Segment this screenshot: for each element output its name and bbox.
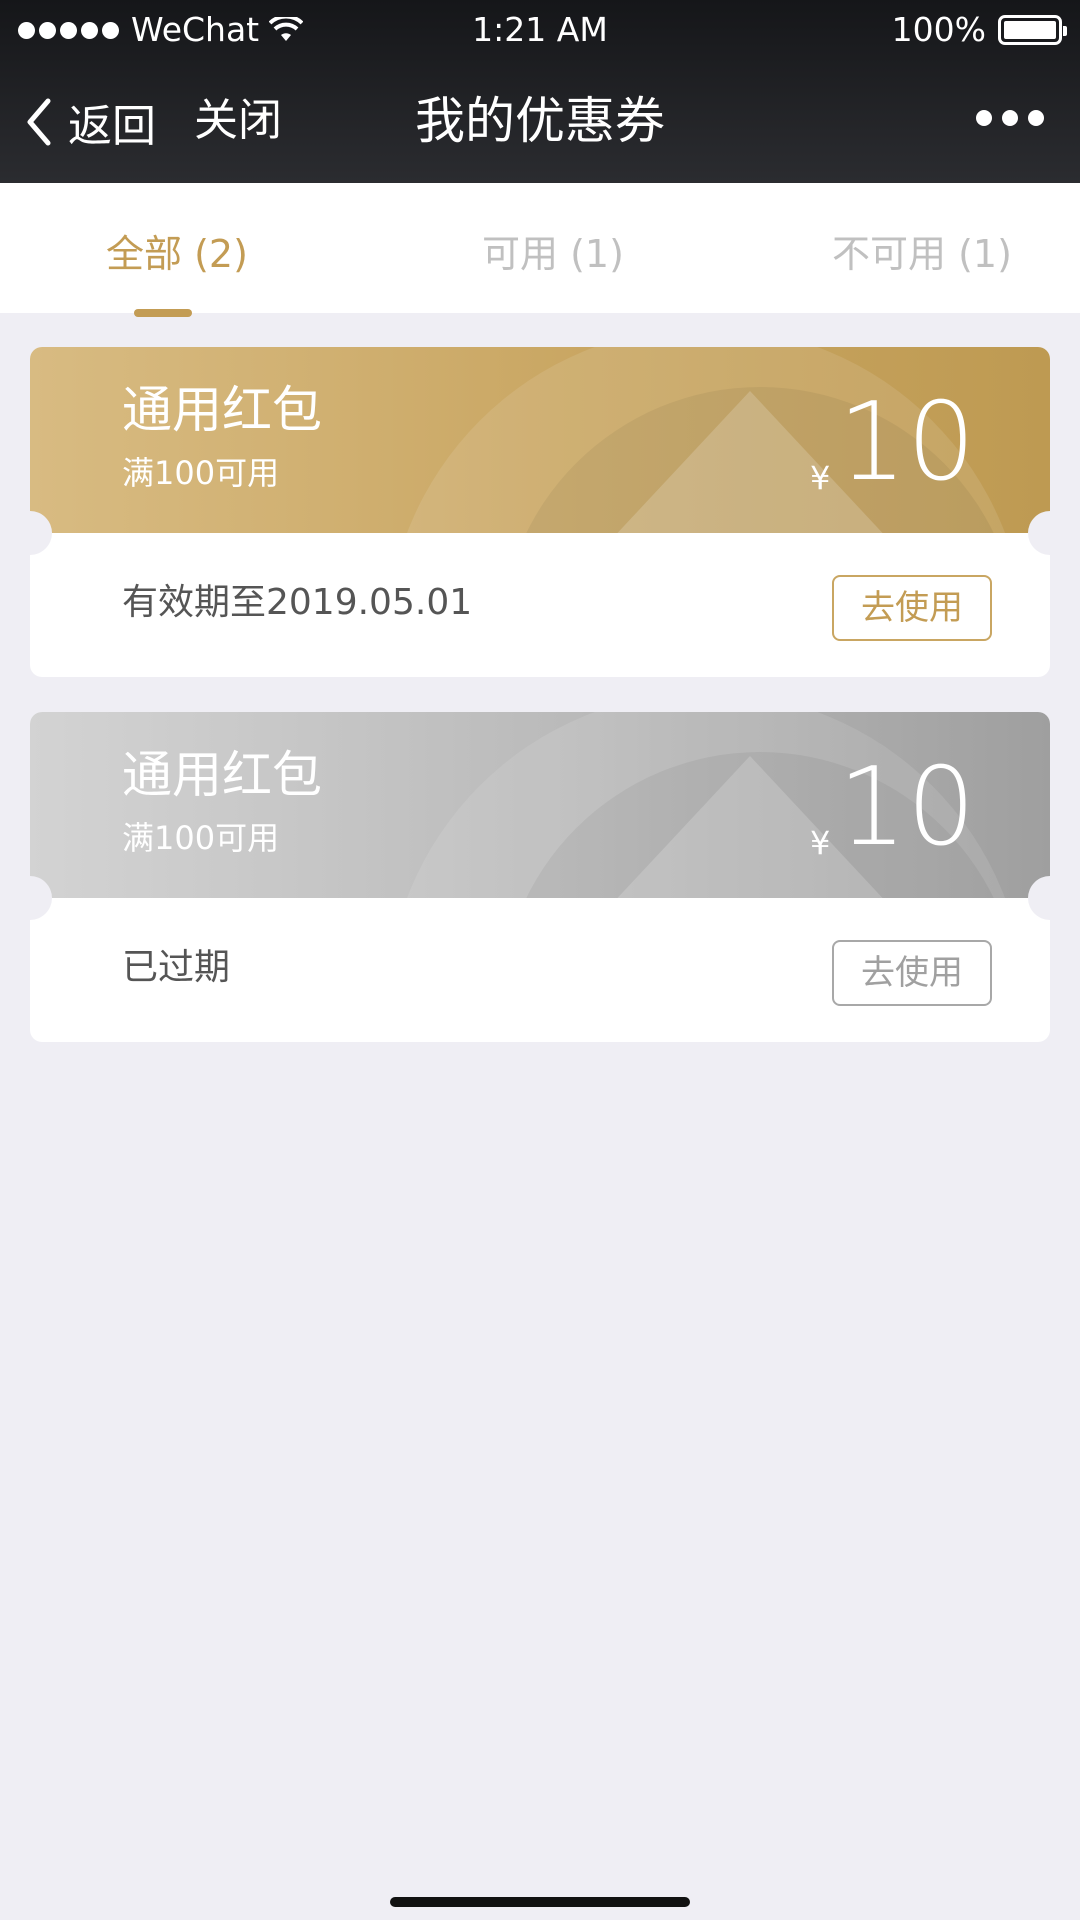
coupon-footer: 有效期至2019.05.01 去使用 (30, 533, 1050, 677)
navigation-bar: 返回 关闭 我的优惠券 (0, 60, 1080, 183)
coupon-name: 通用红包 (122, 746, 322, 804)
home-indicator (390, 1897, 690, 1907)
active-tab-indicator (134, 309, 192, 317)
currency-symbol: ¥ (810, 459, 831, 497)
coupon-validity: 有效期至2019.05.01 (122, 582, 473, 623)
tab-all[interactable]: 全部 (2) (106, 229, 248, 279)
use-coupon-button[interactable]: 去使用 (832, 940, 992, 1006)
coupon-amount: 10 (838, 380, 976, 505)
status-right: 100% (891, 0, 1067, 60)
tab-bar: 全部 (2) 可用 (1) 不可用 (1) (0, 183, 1080, 317)
top-bar: WeChat 1:21 AM 100% 返回 关闭 我的优惠券 (0, 0, 1080, 183)
more-options-icon[interactable] (976, 110, 1044, 126)
tab-unavailable[interactable]: 不可用 (1) (832, 229, 1012, 279)
battery-percent: 100% (891, 10, 986, 49)
coupon-header: 通用红包 满100可用 ¥ 10 (30, 712, 1050, 898)
coupon-amount: 10 (838, 745, 976, 870)
battery-icon (998, 15, 1067, 45)
coupon-condition: 满100可用 (122, 454, 280, 492)
currency-symbol: ¥ (810, 824, 831, 862)
status-bar: WeChat 1:21 AM 100% (0, 0, 1080, 60)
coupon-name: 通用红包 (122, 381, 322, 439)
use-coupon-button[interactable]: 去使用 (832, 575, 992, 641)
page-title: 我的优惠券 (415, 92, 665, 150)
coupon-status: 已过期 (122, 947, 231, 988)
coupon-condition: 满100可用 (122, 819, 280, 857)
tab-available[interactable]: 可用 (1) (482, 229, 624, 279)
coupon-footer: 已过期 去使用 (30, 898, 1050, 1042)
coupon-card: 通用红包 满100可用 ¥ 10 有效期至2019.05.01 去使用 (30, 347, 1050, 677)
coupon-card: 通用红包 满100可用 ¥ 10 已过期 去使用 (30, 712, 1050, 1042)
coupon-header: 通用红包 满100可用 ¥ 10 (30, 347, 1050, 533)
